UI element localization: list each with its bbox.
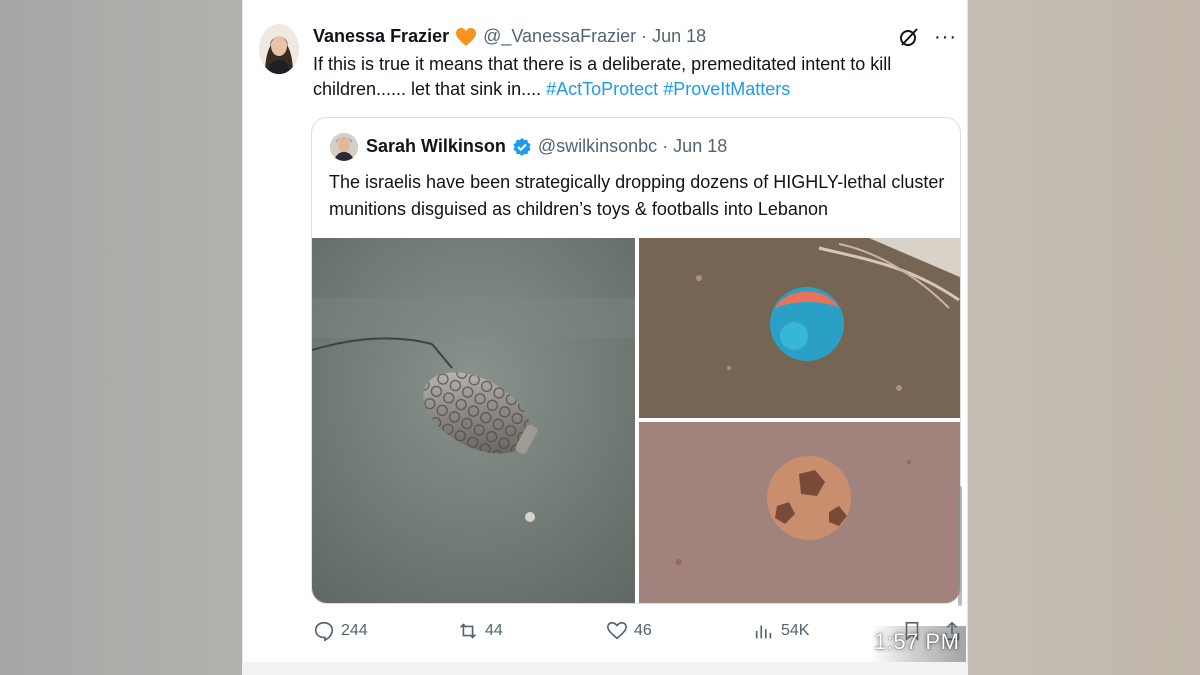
photo-cluster-munition[interactable]	[312, 238, 635, 603]
analytics-icon	[755, 625, 772, 639]
views-button[interactable]: 54K	[753, 620, 809, 642]
photo-brown-football[interactable]	[639, 422, 960, 603]
quoted-text: The israelis have been strategically dro…	[329, 172, 945, 219]
author-name[interactable]: Vanessa Frazier	[313, 26, 449, 47]
reply-icon	[314, 621, 334, 642]
quoted-author-avatar[interactable]	[330, 133, 358, 161]
verified-icon	[512, 137, 532, 157]
tweet-card[interactable]: Vanessa Frazier @_VanessaFrazier · Jun 1…	[242, 0, 968, 662]
author-avatar[interactable]	[259, 24, 299, 74]
tweet-actions: 244 44 46 54K	[313, 620, 960, 644]
scrollbar[interactable]	[958, 486, 962, 606]
tweet-text: If this is true it means that there is a…	[313, 52, 953, 102]
hashtag-act-to-protect[interactable]: #ActToProtect	[546, 79, 658, 99]
hashtag-prove-it-matters[interactable]: #ProveItMatters	[663, 79, 790, 99]
orange-heart-icon	[455, 27, 477, 47]
repost-icon	[460, 623, 476, 639]
views-count: 54K	[781, 622, 810, 639]
like-button[interactable]: 46	[606, 620, 652, 642]
quoted-author-name[interactable]: Sarah Wilkinson	[366, 136, 506, 157]
background-left	[0, 0, 242, 675]
bottom-strip	[242, 662, 968, 675]
grok-icon[interactable]	[898, 26, 920, 48]
repost-button[interactable]: 44	[457, 620, 503, 642]
tweet-header: Vanessa Frazier @_VanessaFrazier · Jun 1…	[313, 26, 706, 47]
quoted-header: Sarah Wilkinson @swilkinsonbc · Jun 18	[366, 136, 727, 157]
tweet-top-actions: ···	[898, 26, 957, 48]
background-right	[968, 0, 1200, 675]
quoted-author-handle[interactable]: @swilkinsonbc · Jun 18	[538, 136, 727, 157]
status-time: 1:57 PM	[874, 629, 960, 654]
like-count: 46	[634, 622, 652, 639]
author-handle[interactable]: @_VanessaFrazier · Jun 18	[483, 26, 706, 47]
quoted-tweet[interactable]: Sarah Wilkinson @swilkinsonbc · Jun 18 T…	[311, 117, 961, 604]
reply-count: 244	[341, 622, 368, 639]
more-options-icon[interactable]: ···	[934, 26, 957, 48]
photo-blue-ball[interactable]	[639, 238, 960, 418]
reply-button[interactable]: 244	[313, 620, 368, 642]
media-grid	[312, 238, 960, 603]
repost-count: 44	[485, 622, 503, 639]
heart-icon	[607, 621, 627, 640]
